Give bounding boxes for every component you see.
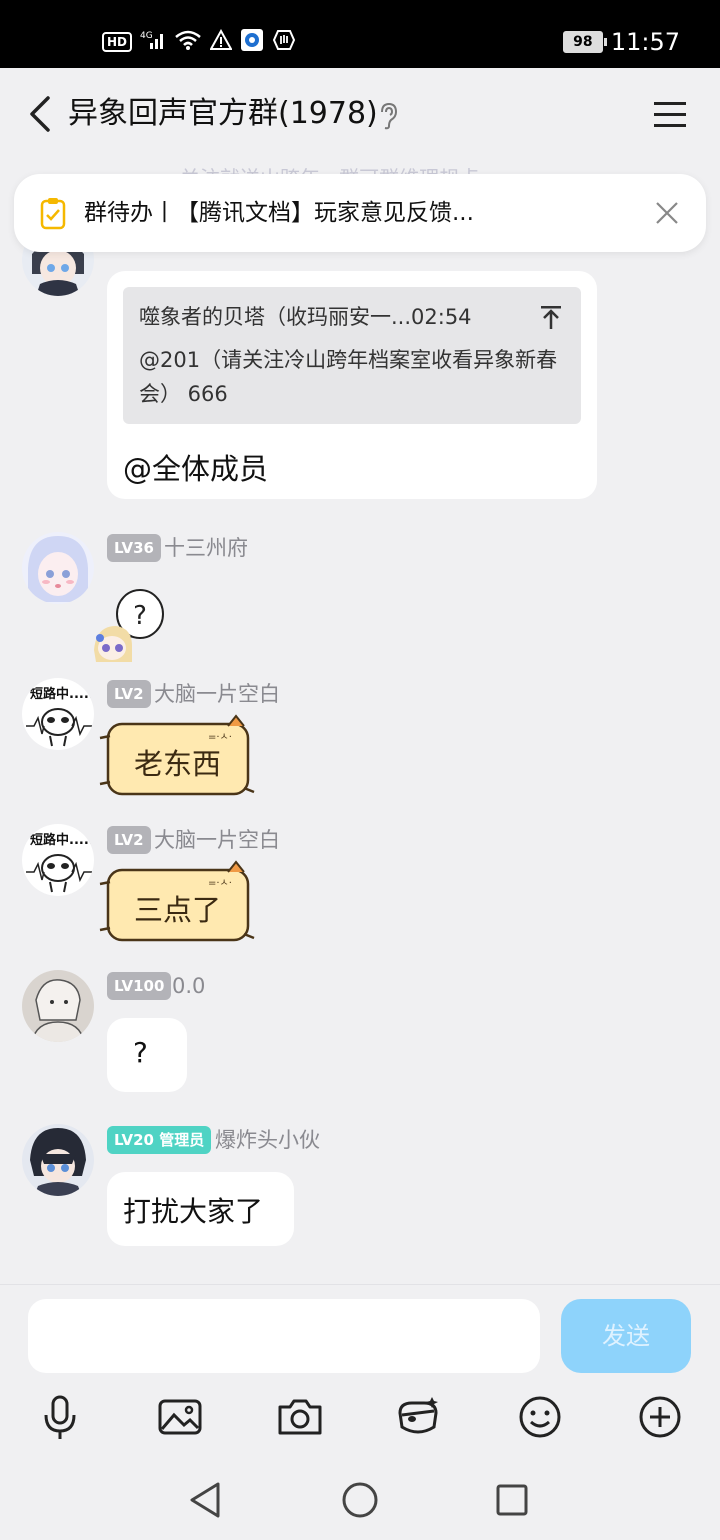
hongbao-icon[interactable] <box>394 1393 442 1441</box>
quote-header: 噬象者的贝塔（收玛丽安一...02:54 <box>139 305 472 329</box>
chibi-question-sticker-icon: ? <box>94 589 164 662</box>
send-button[interactable]: 发送 <box>561 1299 691 1373</box>
level-badge: LV2 <box>107 826 151 854</box>
cat-bubble-message[interactable]: =·ㅅ· 三点了 <box>98 860 256 946</box>
sender-name[interactable]: 爆炸头小伙 <box>215 1126 320 1154</box>
sender-name[interactable]: 大脑一片空白 <box>154 680 280 708</box>
nav-home-icon[interactable] <box>340 1480 380 1520</box>
plus-icon[interactable] <box>636 1393 684 1441</box>
message-text: 老东西 <box>134 747 222 781</box>
message-text: 打扰大家了 <box>123 1195 264 1228</box>
message-bubble[interactable]: 打扰大家了 <box>107 1172 294 1246</box>
nav-back-icon[interactable] <box>186 1480 226 1520</box>
group-todo-banner[interactable]: 群待办丨【腾讯文档】玩家意见反馈... <box>14 174 706 252</box>
chat-header: 异象回声官方群(1978) <box>0 68 720 160</box>
warning-icon <box>209 28 233 55</box>
avatar[interactable]: 短路中...... <box>22 678 94 750</box>
level-badge: LV100 <box>107 972 172 1000</box>
status-icons-right: 98 11:57 <box>562 28 680 56</box>
sticker-text: ? <box>133 601 147 631</box>
app-notification-icon <box>240 28 264 56</box>
avatar[interactable] <box>22 532 94 604</box>
message-input[interactable] <box>28 1299 540 1373</box>
network-label: 4G <box>140 31 153 41</box>
battery-indicator: 98 <box>562 31 607 53</box>
emoji-icon[interactable] <box>516 1393 564 1441</box>
ear-icon[interactable] <box>376 102 400 130</box>
hand-icon <box>272 28 296 56</box>
input-toolbar <box>0 1385 720 1447</box>
message-bubble[interactable]: ? <box>107 1018 187 1092</box>
back-arrow-icon[interactable] <box>24 92 64 136</box>
sender-name[interactable]: 十三州府 <box>164 534 248 562</box>
jump-to-original-icon[interactable] <box>539 303 563 331</box>
admin-level-badge: LV20 管理员 <box>107 1126 212 1154</box>
sender-name[interactable]: 大脑一片空白 <box>154 826 280 854</box>
hd-badge: HD <box>102 32 133 52</box>
image-icon[interactable] <box>156 1393 204 1441</box>
sender-name[interactable]: 0.0 <box>172 972 205 1000</box>
wifi-icon <box>174 29 202 55</box>
cat-bubble-message[interactable]: =·ㅅ· 老东西 <box>98 714 256 800</box>
group-title[interactable]: 异象回声官方群(1978) <box>68 94 378 134</box>
clock: 11:57 <box>610 28 680 56</box>
status-bar: HD 4G 98 11:57 <box>0 0 720 68</box>
system-nav-bar <box>0 1448 720 1540</box>
signal-icon: 4G <box>140 29 166 55</box>
todo-clipboard-icon <box>40 198 66 230</box>
sticker-message[interactable]: ? <box>92 586 168 666</box>
quote-text: @201（请关注冷山跨年档案室收看异象新春会） 666 <box>139 348 558 406</box>
message-text: @全体成员 <box>123 452 269 486</box>
close-icon[interactable] <box>654 200 680 226</box>
level-badge: LV36 <box>107 534 161 562</box>
message-text: ? <box>133 1036 148 1069</box>
status-icons-left: HD 4G <box>102 28 296 56</box>
avatar[interactable] <box>22 1124 94 1196</box>
camera-icon[interactable] <box>276 1393 324 1441</box>
microphone-icon[interactable] <box>36 1393 84 1441</box>
input-bar: 发送 <box>0 1284 720 1385</box>
avatar-text: 短路中...... <box>30 686 94 702</box>
todo-text: 群待办丨【腾讯文档】玩家意见反馈... <box>84 200 474 226</box>
menu-icon[interactable] <box>652 98 688 132</box>
nav-recents-icon[interactable] <box>492 1480 532 1520</box>
avatar[interactable] <box>22 970 94 1042</box>
message-text: 三点了 <box>134 893 222 927</box>
avatar[interactable]: 短路中...... <box>22 824 94 896</box>
level-badge: LV2 <box>107 680 151 708</box>
quoted-message[interactable]: 噬象者的贝塔（收玛丽安一...02:54 @201（请关注冷山跨年档案室收看异象… <box>123 287 581 424</box>
avatar-text: 短路中...... <box>30 832 94 848</box>
